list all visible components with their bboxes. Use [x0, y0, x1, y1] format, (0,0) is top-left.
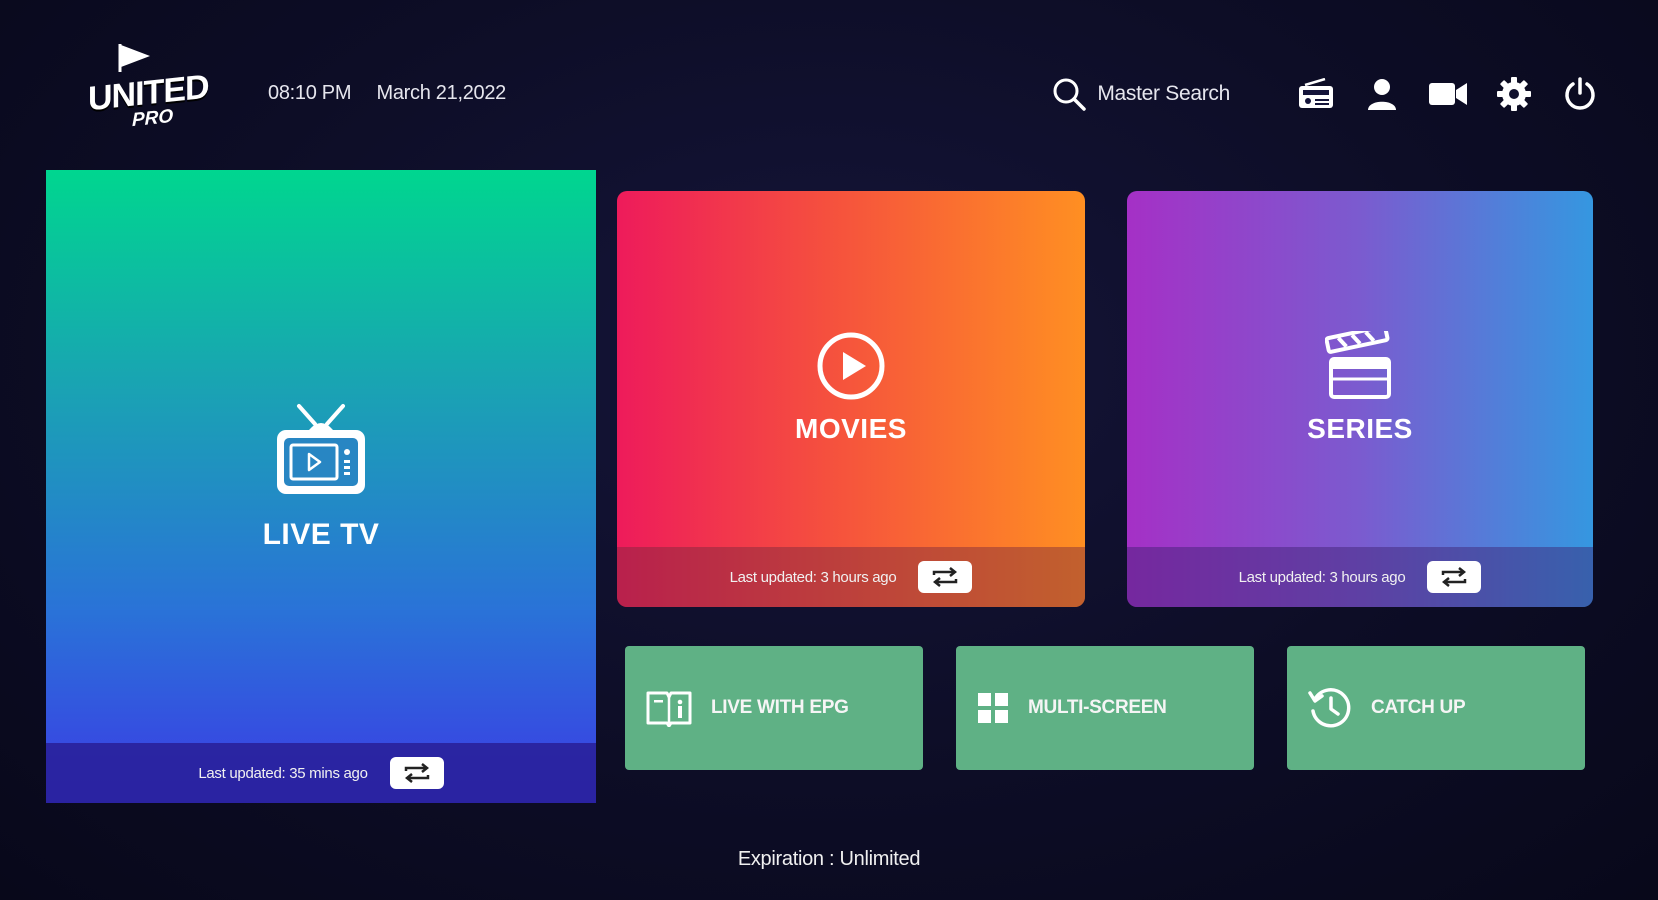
master-search-button[interactable]: Master Search: [1051, 76, 1230, 112]
series-footer: Last updated: 3 hours ago: [1127, 547, 1593, 607]
multi-screen-label: MULTI-SCREEN: [1028, 697, 1167, 718]
series-refresh-button[interactable]: [1427, 561, 1482, 593]
recordings-button[interactable]: [1428, 74, 1468, 114]
live-with-epg-button[interactable]: LIVE WITH EPG: [625, 646, 923, 770]
refresh-icon: [933, 567, 958, 587]
search-label: Master Search: [1097, 82, 1230, 105]
refresh-icon: [404, 763, 429, 783]
history-clock-icon: [1308, 688, 1351, 728]
play-circle-icon: [817, 332, 885, 400]
power-icon: [1565, 77, 1595, 110]
gear-icon: [1497, 77, 1531, 111]
movies-tile[interactable]: MOVIES Last updated: 3 hours ago: [617, 191, 1085, 607]
logo-play-flag-icon: [118, 44, 150, 72]
grid-icon: [978, 693, 1008, 723]
movies-title: MOVIES: [795, 413, 907, 444]
search-icon: [1053, 78, 1087, 111]
settings-button[interactable]: [1494, 74, 1534, 114]
radio-icon: [1299, 78, 1333, 108]
movies-footer: Last updated: 3 hours ago: [617, 547, 1085, 607]
book-info-icon: [646, 691, 692, 727]
series-tile[interactable]: SERIES Last updated: 3 hours ago: [1127, 191, 1593, 607]
live-with-epg-label: LIVE WITH EPG: [711, 697, 849, 718]
series-content: SERIES: [1127, 331, 1593, 445]
video-camera-icon: [1429, 83, 1467, 105]
catch-up-button[interactable]: CATCH UP: [1287, 646, 1585, 770]
expiration-status: Expiration : Unlimited: [737, 848, 921, 870]
top-toolbar: Master Search: [1051, 70, 1600, 118]
series-title: SERIES: [1307, 413, 1413, 444]
catch-up-label: CATCH UP: [1371, 697, 1466, 718]
live-tv-refresh-button[interactable]: [389, 757, 444, 789]
live-tv-title: LIVE TV: [262, 518, 380, 551]
live-tv-last-updated: Last updated: 35 mins ago: [198, 764, 368, 782]
profile-button[interactable]: [1362, 74, 1402, 114]
app-logo: UNITED PRO: [88, 42, 209, 131]
logo-subtext: PRO: [132, 105, 174, 132]
movies-last-updated: Last updated: 3 hours ago: [729, 568, 897, 586]
live-tv-tile[interactable]: LIVE TV Last updated: 35 mins ago: [46, 170, 596, 803]
datetime: 08:10 PM March 21,2022: [268, 82, 526, 105]
series-last-updated: Last updated: 3 hours ago: [1238, 568, 1406, 586]
home-screen: UNITED PRO 08:10 PM March 21,2022 Master…: [0, 0, 1658, 900]
clock-time: 08:10 PM: [268, 82, 352, 104]
current-date: March 21,2022: [376, 82, 507, 104]
power-button[interactable]: [1560, 74, 1600, 114]
clapperboard-icon: [1325, 331, 1391, 399]
multi-screen-button[interactable]: MULTI-SCREEN: [956, 646, 1254, 770]
tv-icon: [277, 404, 365, 494]
live-tv-footer: Last updated: 35 mins ago: [46, 743, 596, 803]
live-tv-content: LIVE TV: [46, 400, 596, 552]
refresh-icon: [1442, 567, 1467, 587]
movies-refresh-button[interactable]: [918, 561, 973, 593]
radio-button[interactable]: [1296, 74, 1336, 114]
movies-content: MOVIES: [617, 331, 1085, 445]
user-icon: [1368, 79, 1396, 110]
